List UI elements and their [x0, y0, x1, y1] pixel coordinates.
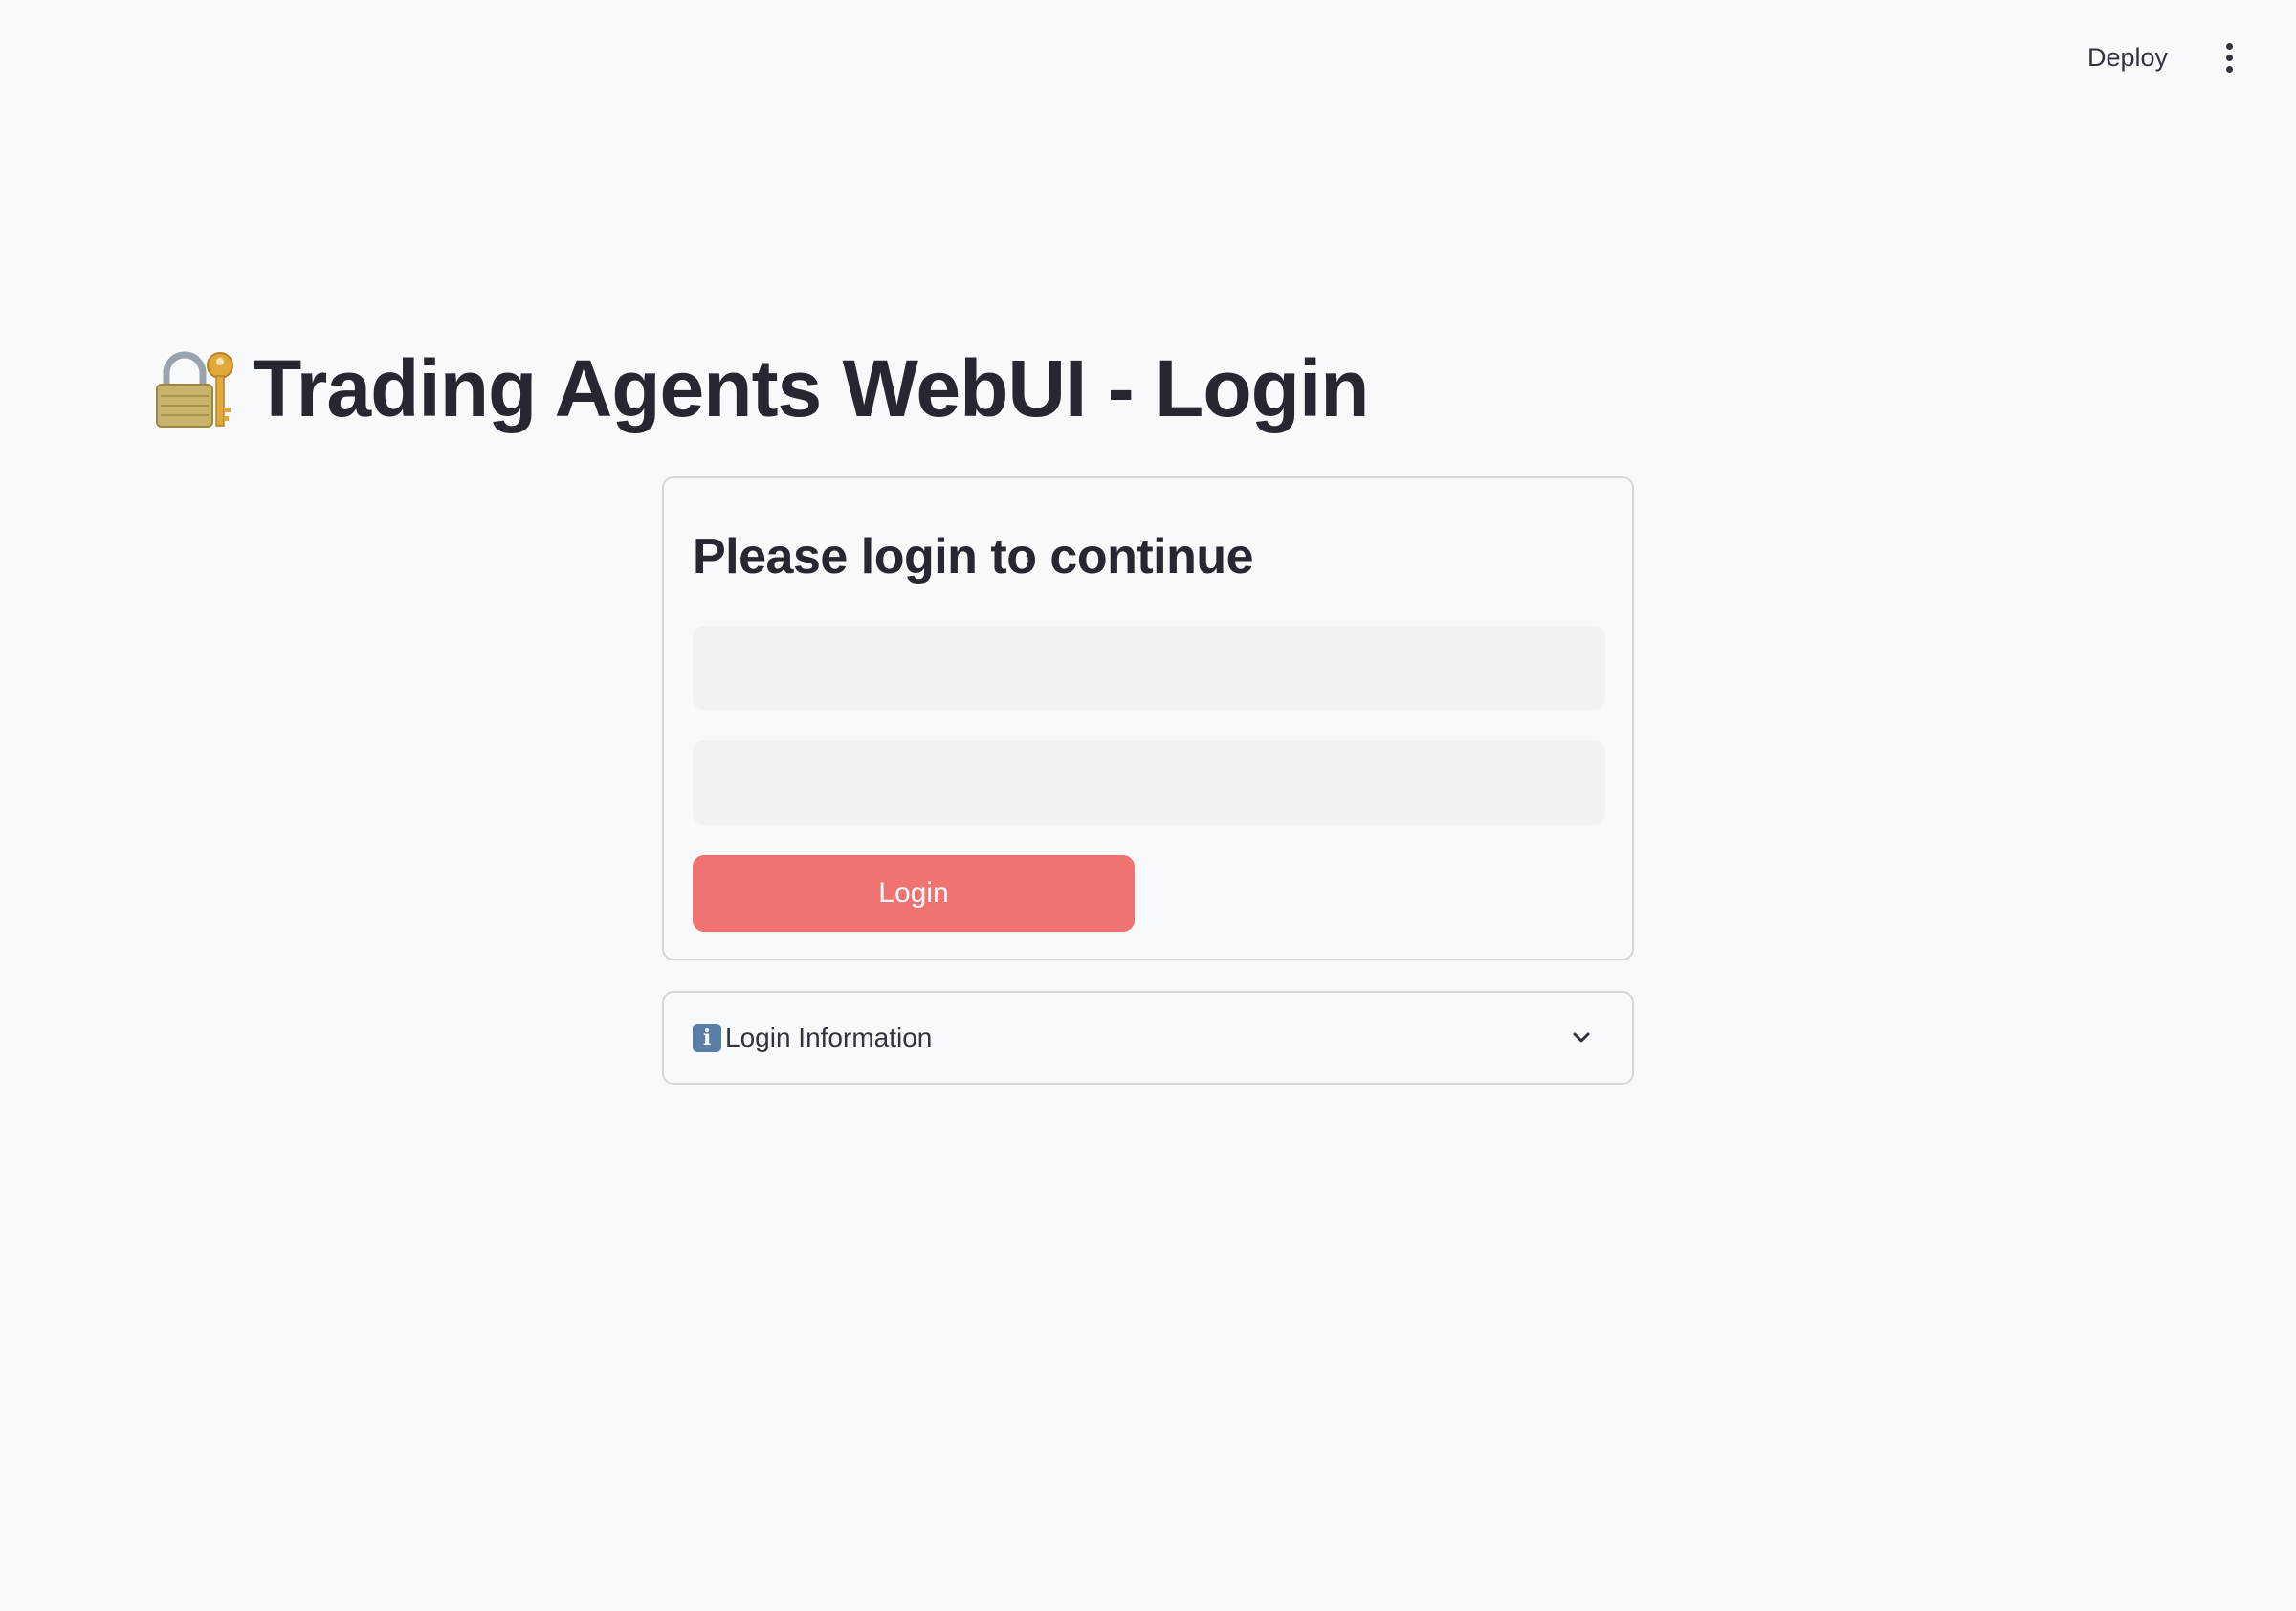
app-page: Deploy Trading Agents WebUI - Login Plea… [0, 0, 2296, 1611]
login-button[interactable]: Login [693, 855, 1135, 932]
more-vertical-icon [2225, 42, 2233, 50]
login-form-heading: Please login to continue [693, 529, 1254, 585]
main-menu-button[interactable] [2212, 34, 2246, 80]
password-input[interactable] [693, 740, 1605, 825]
login-information-expander[interactable]: i Login Information [662, 991, 1634, 1085]
top-toolbar: Deploy [2080, 34, 2246, 80]
page-title-row: Trading Agents WebUI - Login [151, 343, 1370, 433]
deploy-button[interactable]: Deploy [2080, 37, 2175, 78]
username-input[interactable] [693, 626, 1605, 710]
expander-label: Login Information [725, 1023, 933, 1052]
login-form: Please login to continue Login [662, 476, 1634, 960]
page-title: Trading Agents WebUI - Login [253, 343, 1370, 433]
chevron-down-icon [1573, 1032, 1590, 1043]
info-icon: i [693, 1024, 721, 1052]
lock-with-key-icon [156, 351, 233, 428]
